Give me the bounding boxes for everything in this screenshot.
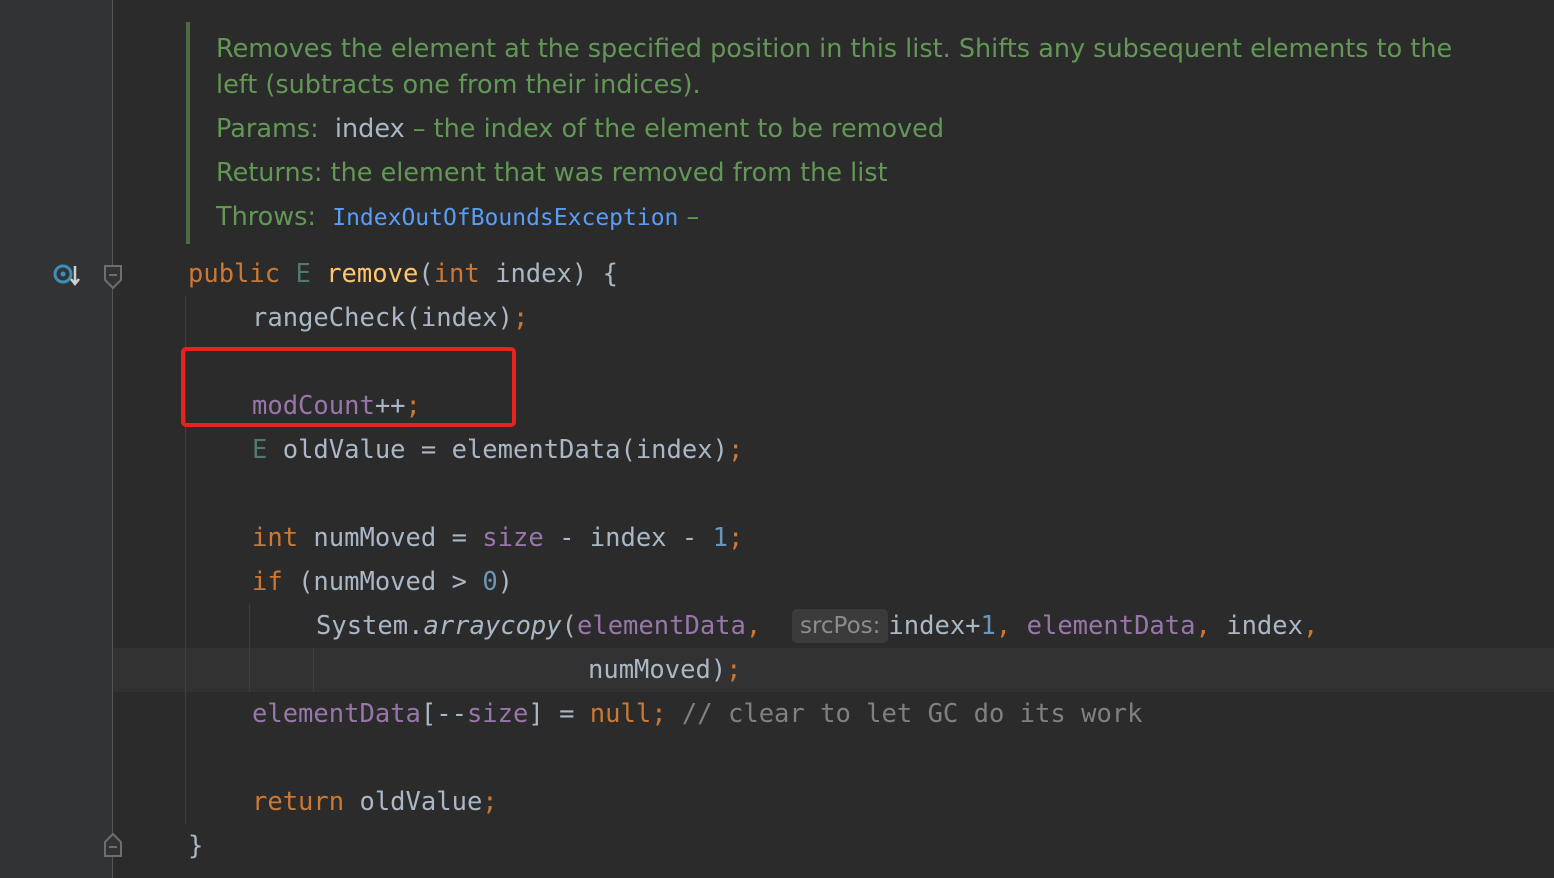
override-method-icon[interactable] [52, 262, 84, 290]
rendered-javadoc: Removes the element at the specified pos… [186, 22, 1490, 244]
doc-param-name: index [334, 114, 405, 144]
code-text: ) [497, 567, 514, 597]
method-name: remove [326, 259, 419, 289]
semicolon: ; [482, 787, 498, 817]
code-text: - index - [543, 523, 713, 553]
field-name: size [482, 523, 544, 553]
keyword: return [252, 787, 345, 817]
code-text: rangeCheck(index) [252, 303, 513, 333]
semicolon: ; [726, 655, 742, 685]
indent-guide [313, 648, 314, 692]
semicolon: ; [727, 523, 744, 553]
current-line-highlight [113, 648, 1554, 692]
code-text: oldValue = elementData(index) [267, 435, 728, 465]
doc-throws-dash: – [686, 202, 700, 232]
code-line[interactable]: rangeCheck(index); [252, 296, 528, 340]
code-text: (numMoved > [282, 567, 483, 597]
code-text: numMoved = [298, 523, 483, 553]
field-name: size [466, 699, 529, 729]
code-text: index [1226, 611, 1303, 641]
code-line-method-signature[interactable]: public E remove(int index) { [188, 252, 618, 296]
number-literal: 1 [980, 611, 996, 641]
code-line[interactable]: } [188, 824, 203, 868]
doc-returns-desc: the element that was removed from the li… [330, 158, 888, 188]
method-name: arraycopy [423, 611, 562, 641]
doc-returns-label: Returns: [216, 158, 323, 188]
red-highlight-box [181, 347, 516, 427]
doc-params-label: Params: [216, 114, 319, 144]
keyword: public [188, 259, 281, 289]
code-comment: // clear to let GC do its work [666, 699, 1143, 729]
closing-brace: } [188, 831, 204, 861]
code-text: index) { [479, 259, 618, 289]
paren: ( [418, 259, 434, 289]
comma: , [745, 611, 762, 641]
keyword: int [433, 259, 480, 289]
code-text: index+ [888, 611, 981, 641]
doc-params: Params: index – the index of the element… [216, 114, 944, 144]
semicolon: ; [727, 435, 744, 465]
code-line[interactable]: System.arraycopy(elementData, srcPos: ind… [316, 604, 1318, 648]
type-parameter: E [295, 259, 311, 289]
code-line[interactable]: E oldValue = elementData(index); [252, 428, 743, 472]
code-line[interactable]: if (numMoved > 0) [252, 560, 513, 604]
parameter-hint: srcPos: [791, 609, 889, 643]
number-literal: 0 [482, 567, 498, 597]
code-text: System. [316, 611, 424, 641]
doc-param-desc: – the index of the element to be removed [412, 114, 945, 144]
number-literal: 1 [712, 523, 728, 553]
comma: , [1195, 611, 1227, 641]
code-line[interactable]: elementData[--size] = null; // clear to … [252, 692, 1143, 736]
doc-throws-label: Throws: [216, 202, 316, 232]
code-text: [-- [420, 699, 467, 729]
code-line[interactable]: return oldValue; [252, 780, 498, 824]
semicolon: ; [651, 699, 667, 729]
field-name: elementData [1026, 611, 1196, 641]
fold-marker-icon[interactable] [103, 264, 123, 290]
code-line[interactable]: numMoved); [588, 648, 742, 692]
keyword: null [589, 699, 652, 729]
doc-throws: Throws: IndexOutOfBoundsException – [216, 202, 699, 232]
fold-marker-icon[interactable] [103, 832, 123, 858]
keyword: int [252, 523, 299, 553]
comma: , [995, 611, 1027, 641]
code-text: ] = [528, 699, 590, 729]
indent-guide [249, 604, 250, 692]
doc-description-line: left (subtracts one from their indices). [216, 70, 701, 100]
type-parameter: E [252, 435, 268, 465]
code-text: oldValue [344, 787, 483, 817]
doc-returns: Returns: the element that was removed fr… [216, 158, 888, 188]
doc-description-line: Removes the element at the specified pos… [216, 34, 1453, 64]
paren: ( [561, 611, 577, 641]
field-name: elementData [252, 699, 421, 729]
semicolon: ; [513, 303, 529, 333]
code-text: numMoved) [588, 655, 727, 685]
keyword: if [252, 567, 283, 597]
comma: , [1302, 611, 1319, 641]
editor-gutter [0, 0, 112, 878]
gutter-separator [112, 0, 113, 878]
doc-throws-exception-link[interactable]: IndexOutOfBoundsException [332, 205, 678, 231]
field-name: elementData [577, 611, 746, 641]
code-line[interactable]: int numMoved = size - index - 1; [252, 516, 743, 560]
